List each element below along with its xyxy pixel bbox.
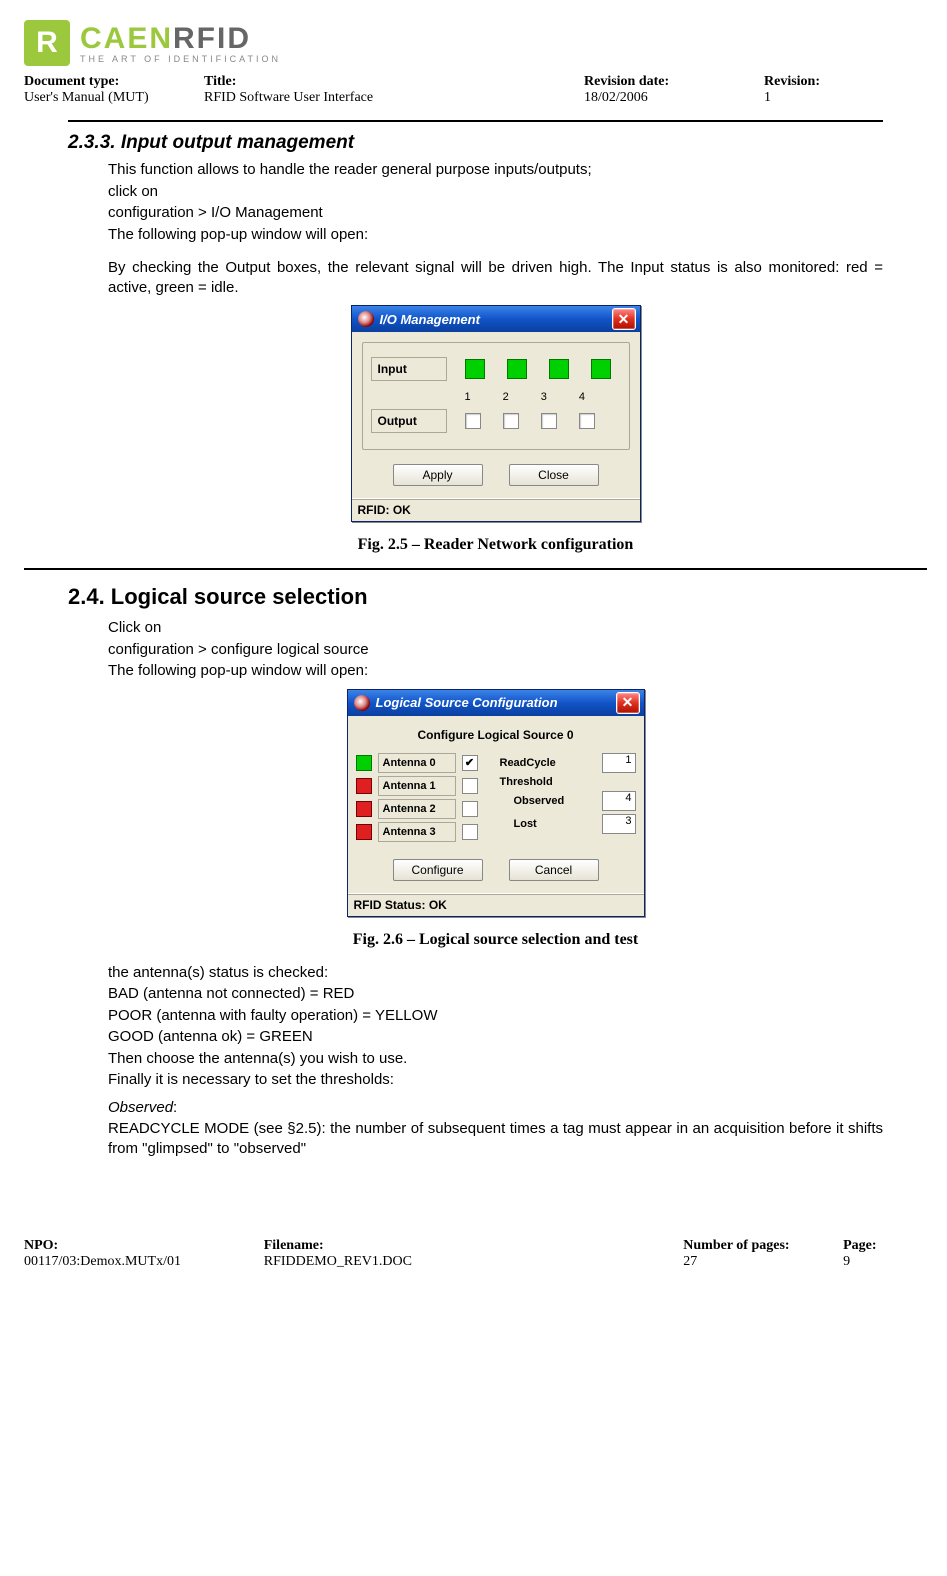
numpages-value: 27: [683, 1254, 843, 1270]
para-observed-head: Observed:: [108, 1098, 883, 1118]
input-status-2: [507, 359, 527, 379]
col-3: 3: [541, 391, 547, 403]
logo-main-b: RFID: [173, 22, 251, 55]
ls-title: Logical Source Configuration: [376, 695, 616, 710]
output-label: Output: [371, 409, 447, 433]
col-1: 1: [465, 391, 471, 403]
cancel-button[interactable]: Cancel: [509, 859, 599, 881]
doc-type-label: Document type:: [24, 74, 204, 90]
input-label: Input: [371, 357, 447, 381]
input-status-1: [465, 359, 485, 379]
input-status-3: [549, 359, 569, 379]
rev-label: Revision:: [764, 74, 884, 90]
para: the antenna(s) status is checked:: [108, 963, 883, 983]
java-icon: [358, 311, 374, 327]
antenna-0-status: [356, 755, 372, 771]
para: GOOD (antenna ok) = GREEN: [108, 1027, 883, 1047]
doc-type-value: User's Manual (MUT): [24, 90, 204, 106]
section-233-body: This function allows to handle the reade…: [108, 160, 883, 554]
antenna-2-label: Antenna 2: [378, 799, 456, 819]
rev-value: 1: [764, 90, 884, 106]
readcycle-input[interactable]: 1: [602, 753, 636, 773]
logo-badge: R: [24, 20, 70, 66]
io-management-dialog: I/O Management ✕ Input 1: [351, 305, 641, 522]
logo-subtitle: THE ART OF IDENTIFICATION: [80, 54, 281, 64]
antenna-3-status: [356, 824, 372, 840]
ls-statusbar: RFID Status: OK: [348, 893, 644, 916]
antenna-2-checkbox[interactable]: [462, 801, 478, 817]
para: READCYCLE MODE (see §2.5): the number of…: [108, 1119, 883, 1158]
io-titlebar[interactable]: I/O Management ✕: [352, 306, 640, 332]
para: Finally it is necessary to set the thres…: [108, 1070, 883, 1090]
apply-button[interactable]: Apply: [393, 464, 483, 486]
lost-label: Lost: [514, 818, 537, 830]
para: By checking the Output boxes, the releva…: [108, 258, 883, 297]
para: POOR (antenna with faulty operation) = Y…: [108, 1006, 883, 1026]
antenna-1-status: [356, 778, 372, 794]
para: click on: [108, 182, 883, 202]
close-button[interactable]: Close: [509, 464, 599, 486]
section-24-body: Click on configuration > configure logic…: [108, 618, 883, 1158]
section-divider: [24, 568, 927, 570]
output-checkbox-2[interactable]: [503, 413, 519, 429]
para: The following pop-up window will open:: [108, 661, 883, 681]
output-checkbox-4[interactable]: [579, 413, 595, 429]
logical-source-dialog: Logical Source Configuration ✕ Configure…: [347, 689, 645, 917]
antenna-1-label: Antenna 1: [378, 776, 456, 796]
filename-label: Filename:: [264, 1238, 684, 1254]
ls-titlebar[interactable]: Logical Source Configuration ✕: [348, 690, 644, 716]
para: configuration > I/O Management: [108, 203, 883, 223]
fig-25-caption: Fig. 2.5 – Reader Network configuration: [108, 536, 883, 554]
logo-main-a: CAEN: [80, 22, 173, 55]
para: Click on: [108, 618, 883, 638]
col-2: 2: [503, 391, 509, 403]
title-value: RFID Software User Interface: [204, 90, 584, 106]
para: This function allows to handle the reade…: [108, 160, 883, 180]
java-icon: [354, 695, 370, 711]
io-title: I/O Management: [380, 312, 612, 327]
rev-date-label: Revision date:: [584, 74, 764, 90]
antenna-2-status: [356, 801, 372, 817]
antenna-0-checkbox[interactable]: ✔: [462, 755, 478, 771]
logo: R CAENRFID THE ART OF IDENTIFICATION: [24, 20, 923, 66]
para: configuration > configure logical source: [108, 640, 883, 660]
output-checkbox-3[interactable]: [541, 413, 557, 429]
para: BAD (antenna not connected) = RED: [108, 984, 883, 1004]
observed-input[interactable]: 4: [602, 791, 636, 811]
fig-26-caption: Fig. 2.6 – Logical source selection and …: [108, 931, 883, 949]
numpages-label: Number of pages:: [683, 1238, 843, 1254]
antenna-0-label: Antenna 0: [378, 753, 456, 773]
section-24-heading: 2.4. Logical source selection: [68, 584, 883, 610]
filename-value: RFIDDEMO_REV1.DOC: [264, 1254, 684, 1270]
close-icon[interactable]: ✕: [616, 692, 640, 714]
page-value: 9: [843, 1254, 923, 1270]
close-icon[interactable]: ✕: [612, 308, 636, 330]
title-label: Title:: [204, 74, 584, 90]
para: The following pop-up window will open:: [108, 225, 883, 245]
npo-label: NPO:: [24, 1238, 264, 1254]
antenna-1-checkbox[interactable]: [462, 778, 478, 794]
top-rule: [68, 120, 883, 122]
observed-term: Observed: [108, 1099, 173, 1116]
observed-label: Observed: [514, 795, 565, 807]
output-checkbox-1[interactable]: [465, 413, 481, 429]
lost-input[interactable]: 3: [602, 814, 636, 834]
input-status-4: [591, 359, 611, 379]
io-statusbar: RFID: OK: [352, 498, 640, 521]
doc-header-info: Document type: User's Manual (MUT) Title…: [24, 74, 923, 106]
antenna-3-checkbox[interactable]: [462, 824, 478, 840]
doc-footer-info: NPO: 00117/03:Demox.MUTx/01 Filename: RF…: [24, 1238, 923, 1270]
content-area: 2.3.3. Input output management This func…: [68, 120, 883, 1158]
col-4: 4: [579, 391, 585, 403]
section-233-heading: 2.3.3. Input output management: [68, 132, 883, 154]
para: Then choose the antenna(s) you wish to u…: [108, 1049, 883, 1069]
threshold-label: Threshold: [500, 776, 553, 788]
rev-date-value: 18/02/2006: [584, 90, 764, 106]
page-label: Page:: [843, 1238, 923, 1254]
configure-button[interactable]: Configure: [393, 859, 483, 881]
readcycle-label: ReadCycle: [500, 757, 556, 769]
antenna-3-label: Antenna 3: [378, 822, 456, 842]
npo-value: 00117/03:Demox.MUTx/01: [24, 1254, 264, 1270]
ls-header: Configure Logical Source 0: [356, 724, 636, 750]
